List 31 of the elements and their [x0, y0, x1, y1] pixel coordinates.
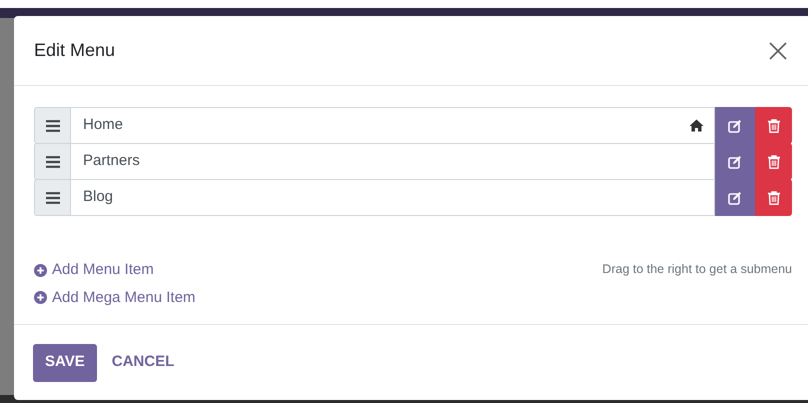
edit-button[interactable]	[715, 107, 755, 144]
trash-icon	[768, 190, 780, 204]
hint-text: Drag to the right to get a submenu	[602, 261, 792, 278]
edit-button[interactable]	[715, 179, 755, 216]
drag-handle[interactable]	[34, 179, 71, 216]
menu-icon	[46, 192, 60, 204]
add-item-link[interactable]: Add Mega Menu Item	[34, 286, 196, 309]
add-item-link[interactable]: Add Menu Item	[34, 259, 196, 282]
cancel-button[interactable]: CANCEL	[112, 344, 174, 382]
delete-button[interactable]	[755, 179, 792, 216]
edit-icon	[728, 190, 742, 204]
menu-icon	[46, 156, 60, 168]
delete-button[interactable]	[755, 107, 792, 144]
close-button[interactable]	[768, 40, 788, 60]
trash-icon	[768, 154, 780, 168]
dialog-title: Edit Menu	[34, 39, 116, 62]
trash-icon	[768, 118, 780, 132]
save-button[interactable]: SAVE	[33, 344, 97, 382]
menu-item-label: Partners	[83, 151, 140, 172]
drag-handle[interactable]	[34, 107, 71, 144]
edit-icon	[728, 154, 742, 168]
close-icon	[769, 42, 787, 60]
menu-icon	[46, 120, 60, 132]
menu-item-field[interactable]: Blog	[71, 179, 715, 216]
menu-item-label: Home	[83, 115, 124, 136]
plus-circle-icon	[34, 264, 47, 277]
menu-item-label: Blog	[83, 187, 114, 208]
plus-circle-icon	[34, 291, 47, 304]
edit-icon	[728, 118, 742, 132]
menu-item-field[interactable]: Home	[71, 107, 715, 144]
drag-handle[interactable]	[34, 143, 71, 180]
